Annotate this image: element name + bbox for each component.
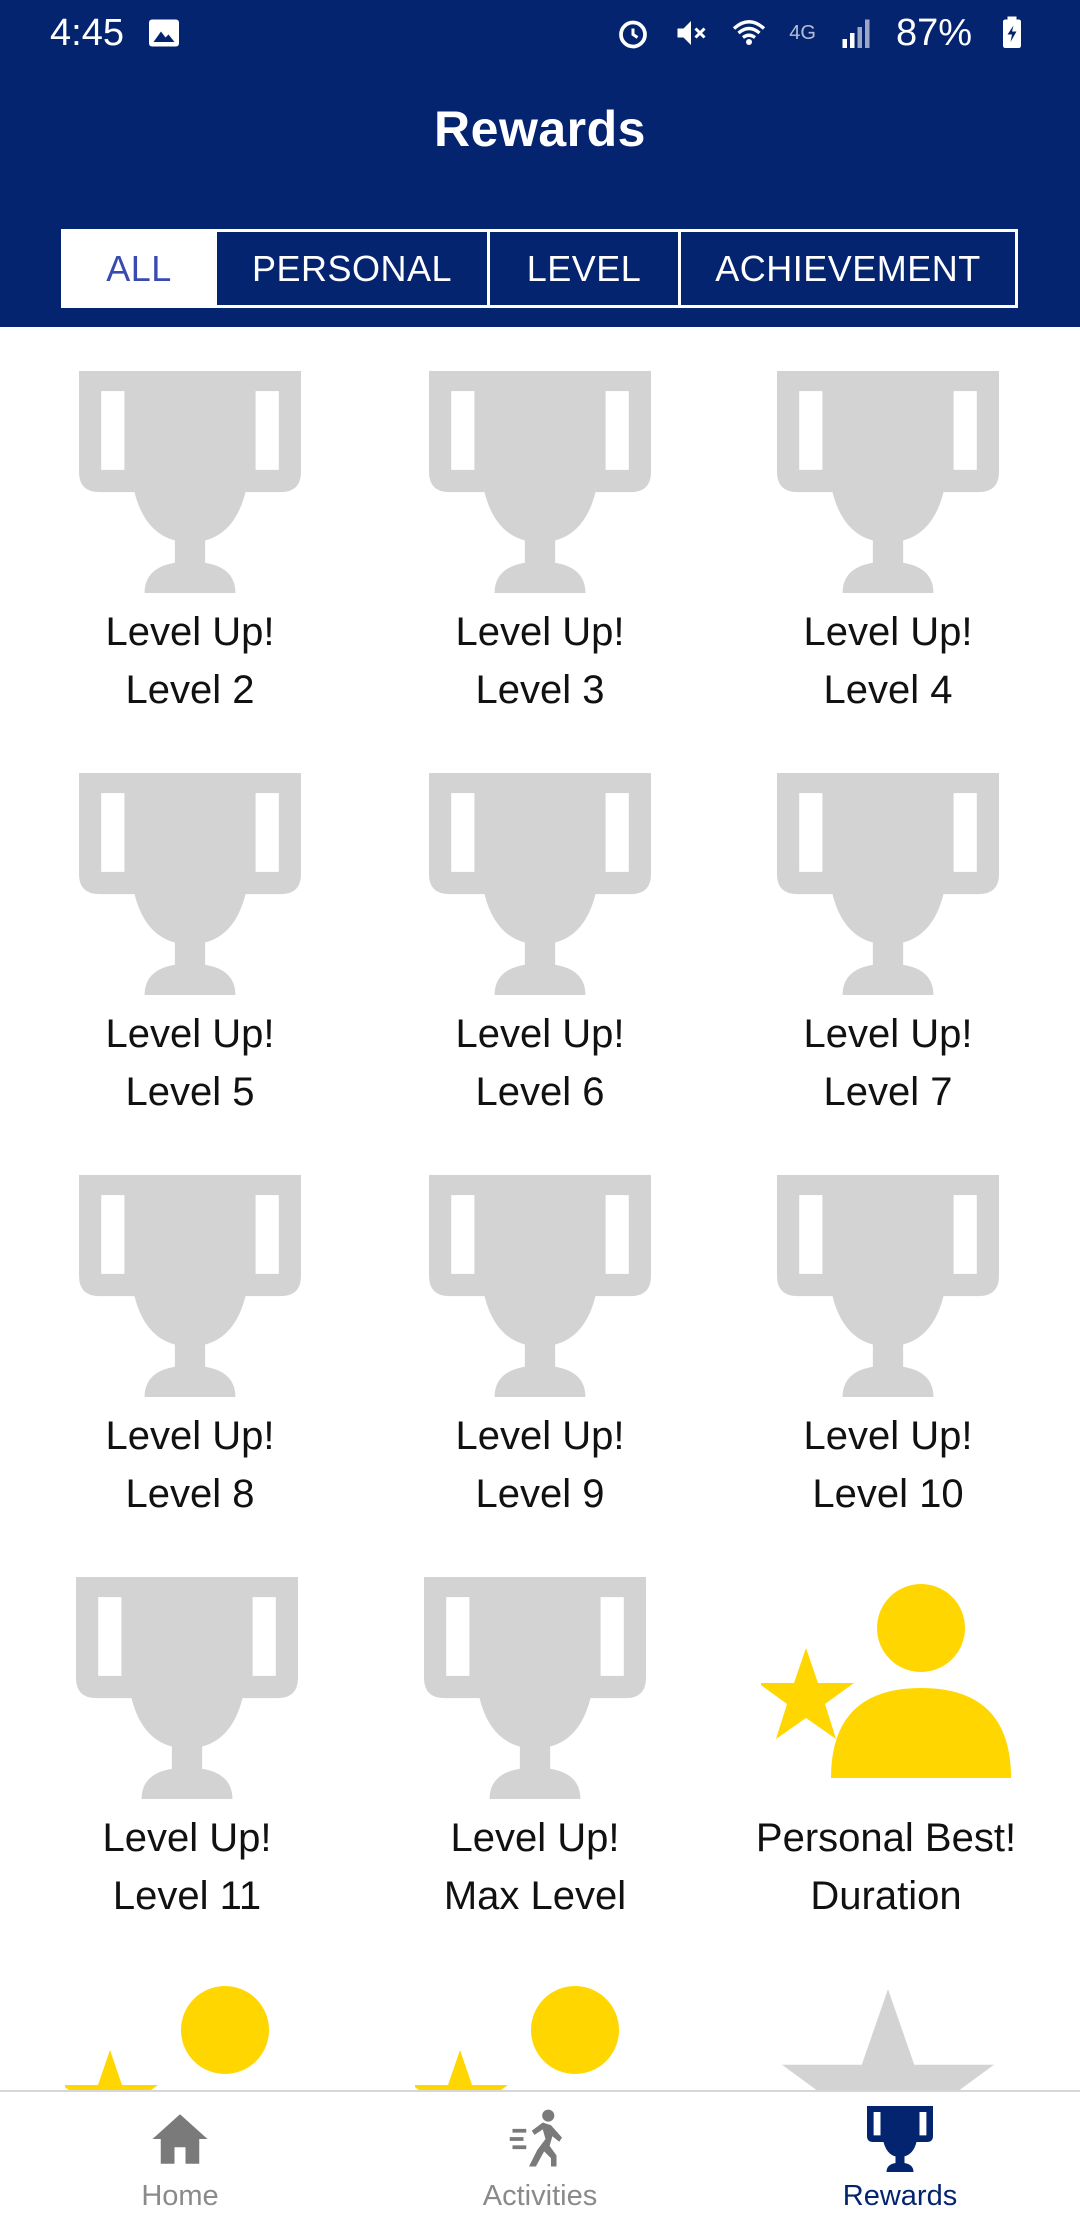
reward-item[interactable]: Level Up! Level 4: [718, 327, 1058, 717]
rewards-grid: Level Up! Level 2 Level Up! Level 3 Level …: [0, 327, 1080, 2090]
reward-subtitle: Level 9: [475, 1472, 605, 1516]
network-type: 4G: [789, 21, 816, 44]
page-title: Rewards: [434, 101, 646, 157]
reward-item[interactable]: Level Up! Level 3: [370, 327, 710, 717]
reward-subtitle: Level 3: [475, 668, 605, 712]
signal-icon: [838, 15, 874, 51]
image-icon: [146, 15, 182, 51]
nav-activities-label: Activities: [482, 2180, 598, 2212]
reward-subtitle: Level 8: [125, 1472, 255, 1516]
person-star-icon: [412, 1979, 665, 2090]
reward-subtitle: Level 5: [125, 1070, 255, 1114]
trophy-icon: [76, 1577, 298, 1799]
reward-subtitle: Level 11: [112, 1874, 262, 1918]
reward-subtitle: Level 4: [823, 668, 953, 712]
trophy-icon: [777, 371, 999, 593]
reward-filter-tabs: ALL PERSONAL LEVEL ACHIEVEMENT: [61, 229, 1018, 308]
star-icon: [777, 1979, 999, 2090]
reward-subtitle: Duration: [810, 1874, 962, 1918]
nav-home-label: Home: [141, 2180, 219, 2212]
reward-subtitle: Level 7: [823, 1070, 953, 1114]
trophy-icon: [777, 773, 999, 995]
app-header: 4:45 4G 87% Rewards ALL PERSONAL LEVEL A…: [0, 0, 1080, 327]
reward-item[interactable]: Level Up! Level 2: [20, 327, 360, 717]
trophy-icon: [777, 1175, 999, 1397]
nav-rewards-label: Rewards: [842, 2180, 958, 2212]
status-time: 4:45: [50, 11, 124, 54]
reward-item[interactable]: Personal Best! Duration: [716, 1533, 1056, 1923]
trophy-icon: [79, 371, 301, 593]
reward-title: Level Up!: [455, 1012, 625, 1056]
trophy-icon: [429, 371, 651, 593]
reward-title: Level Up!: [450, 1816, 620, 1860]
reward-title: Level Up!: [105, 1414, 275, 1458]
tab-all[interactable]: ALL: [64, 232, 217, 305]
running-icon: [507, 2106, 573, 2172]
person-star-icon: [62, 1979, 315, 2090]
reward-title: Level Up!: [803, 1414, 973, 1458]
reward-title: Level Up!: [105, 1012, 275, 1056]
reward-item[interactable]: Level Up! Level 7: [718, 729, 1058, 1119]
status-bar: 4:45 4G 87%: [0, 0, 1080, 66]
home-icon: [147, 2106, 213, 2172]
reward-item[interactable]: Level Up! Level 5: [20, 729, 360, 1119]
bottom-navigation: Home Activities Rewards: [0, 2090, 1080, 2220]
trophy-icon: [79, 773, 301, 995]
tab-achievement[interactable]: ACHIEVEMENT: [681, 232, 1015, 305]
trophy-icon: [429, 1175, 651, 1397]
reward-subtitle: Level 6: [475, 1070, 605, 1114]
reward-title: Level Up!: [102, 1816, 272, 1860]
reward-subtitle: Max Level: [443, 1874, 627, 1918]
reward-subtitle: Level 10: [812, 1472, 964, 1516]
wifi-icon: [731, 15, 767, 51]
mute-icon: [673, 15, 709, 51]
battery-percent: 87%: [895, 11, 972, 54]
reward-title: Level Up!: [105, 610, 275, 654]
reward-title: Level Up!: [803, 1012, 973, 1056]
reward-item[interactable]: [718, 1935, 1058, 2090]
battery-charging-icon: [994, 15, 1030, 51]
reward-item[interactable]: Level Up! Level 9: [370, 1131, 710, 1521]
reward-subtitle: Level 2: [125, 668, 255, 712]
alarm-icon: [615, 15, 651, 51]
person-star-icon: [758, 1577, 1011, 1799]
reward-item[interactable]: Level Up! Level 6: [370, 729, 710, 1119]
tab-level[interactable]: LEVEL: [490, 232, 681, 305]
tab-personal[interactable]: PERSONAL: [217, 232, 490, 305]
reward-item[interactable]: Level Up! Level 11: [17, 1533, 357, 1923]
reward-item[interactable]: Level Up! Level 10: [718, 1131, 1058, 1521]
trophy-icon: [867, 2106, 933, 2172]
trophy-icon: [429, 773, 651, 995]
reward-item[interactable]: Level Up! Level 8: [20, 1131, 360, 1521]
reward-item[interactable]: Level Up! Max Level: [365, 1533, 705, 1923]
reward-title: Level Up!: [803, 610, 973, 654]
trophy-icon: [79, 1175, 301, 1397]
reward-title: Level Up!: [455, 610, 625, 654]
nav-home[interactable]: Home: [30, 2092, 330, 2222]
reward-title: Level Up!: [455, 1414, 625, 1458]
reward-item[interactable]: [370, 1935, 710, 2090]
reward-item[interactable]: [20, 1935, 360, 2090]
reward-title: Personal Best!: [755, 1816, 1017, 1860]
nav-rewards[interactable]: Rewards: [750, 2092, 1050, 2222]
trophy-icon: [424, 1577, 646, 1799]
nav-activities[interactable]: Activities: [390, 2092, 690, 2222]
